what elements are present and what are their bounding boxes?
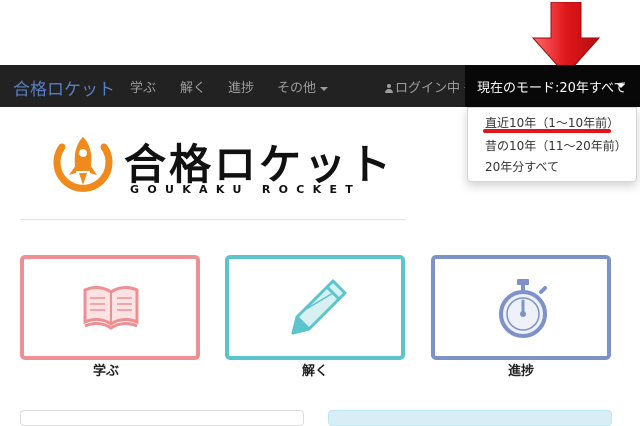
info-panel-right xyxy=(328,410,612,426)
mode-dropdown-toggle[interactable]: 現在のモード:20年すべて xyxy=(465,65,640,107)
divider xyxy=(20,219,406,220)
learn-card-button[interactable] xyxy=(20,255,200,360)
mode-label: 現在のモード:20年すべて xyxy=(477,81,627,96)
red-underline-annotation xyxy=(483,129,611,133)
mode-dropdown-menu: 直近10年（1〜10年前） 昔の10年（11〜20年前） 20年分すべて xyxy=(467,107,637,182)
chevron-down-icon xyxy=(617,84,625,88)
nav-item-solve[interactable]: 解く xyxy=(180,77,206,96)
open-book-icon xyxy=(83,286,139,330)
mode-option-all-20[interactable]: 20年分すべて xyxy=(485,158,559,175)
site-logo: 合格ロケット GOUKAKU ROCKET xyxy=(52,133,391,199)
pencil-icon xyxy=(291,279,347,335)
rocket-icon xyxy=(53,137,113,192)
nav-item-progress[interactable]: 進捗 xyxy=(228,77,254,96)
progress-card-label: 進捗 xyxy=(507,364,534,379)
stopwatch-icon xyxy=(499,279,547,338)
top-navbar: 合格ロケット 学ぶ 解く 進捗 その他 ログイン中 現在のモード:20年すべて xyxy=(0,65,640,107)
navbar-brand[interactable]: 合格ロケット xyxy=(13,75,115,100)
learn-card-label: 学ぶ xyxy=(92,364,119,379)
nav-item-other[interactable]: その他 xyxy=(277,77,329,96)
mode-option-old-10[interactable]: 昔の10年（11〜20年前） xyxy=(485,137,627,154)
content-panel-left xyxy=(20,410,304,426)
progress-card-button[interactable] xyxy=(431,255,611,360)
login-status-menu[interactable]: ログイン中 xyxy=(385,77,473,96)
nav-item-other-label: その他 xyxy=(277,81,317,96)
chevron-down-icon xyxy=(320,86,329,91)
logo-subtitle: GOUKAKU ROCKET xyxy=(130,183,362,196)
solve-card-button[interactable] xyxy=(225,255,405,360)
solve-card-label: 解く xyxy=(301,364,328,379)
user-icon xyxy=(385,84,393,93)
login-status-label: ログイン中 xyxy=(395,81,461,96)
nav-item-learn[interactable]: 学ぶ xyxy=(130,77,156,96)
